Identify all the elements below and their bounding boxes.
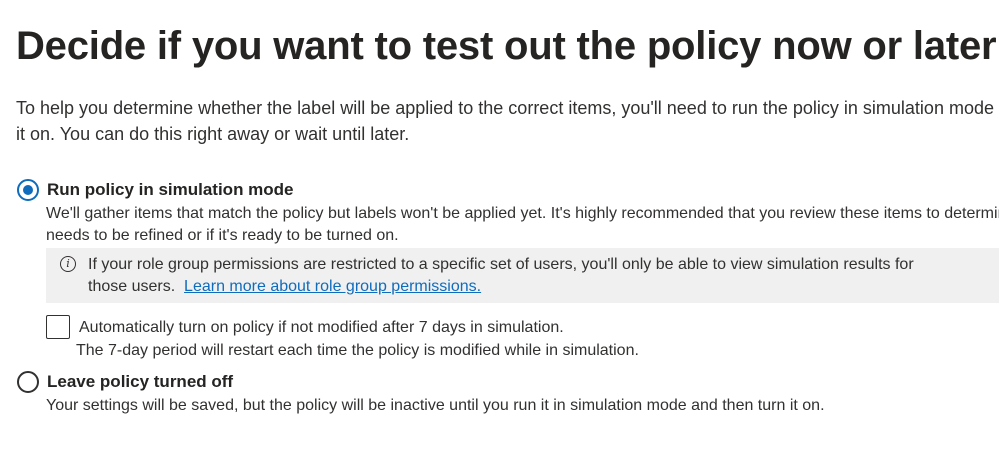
intro-text: To help you determine whether the label … (16, 95, 999, 147)
simulation-mode-label[interactable]: Run policy in simulation mode (47, 179, 294, 201)
simulation-desc-line-1: We'll gather items that match the policy… (46, 205, 999, 222)
info-line-2: those users. Learn more about role group… (88, 276, 914, 298)
intro-line-1: To help you determine whether the label … (16, 98, 999, 118)
info-line-2-text: those users. (88, 278, 176, 295)
info-line-1: If your role group permissions are restr… (88, 256, 914, 273)
simulation-desc-line-2: needs to be refined or if it's ready to … (46, 227, 399, 244)
intro-line-2: it on. You can do this right away or wai… (16, 124, 410, 144)
policy-simulation-page: Decide if you want to test out the polic… (0, 0, 999, 464)
leave-off-label[interactable]: Leave policy turned off (47, 371, 233, 393)
auto-turn-on-description: The 7-day period will restart each time … (76, 342, 639, 359)
simulation-mode-description: We'll gather items that match the policy… (46, 203, 999, 247)
simulation-mode-radio[interactable] (17, 179, 39, 201)
role-permission-info-bar: i If your role group permissions are res… (46, 248, 999, 303)
leave-off-desc-text: Your settings will be saved, but the pol… (46, 397, 825, 414)
info-message: If your role group permissions are restr… (88, 254, 914, 298)
leave-off-description: Your settings will be saved, but the pol… (46, 395, 825, 417)
page-title: Decide if you want to test out the polic… (16, 24, 997, 68)
info-icon: i (60, 256, 76, 272)
auto-turn-on-label[interactable]: Automatically turn on policy if not modi… (79, 317, 564, 339)
auto-turn-on-checkbox[interactable] (46, 315, 70, 339)
role-group-permissions-link[interactable]: Learn more about role group permissions. (184, 278, 481, 295)
radio-selected-dot (23, 185, 33, 195)
leave-off-radio[interactable] (17, 371, 39, 393)
